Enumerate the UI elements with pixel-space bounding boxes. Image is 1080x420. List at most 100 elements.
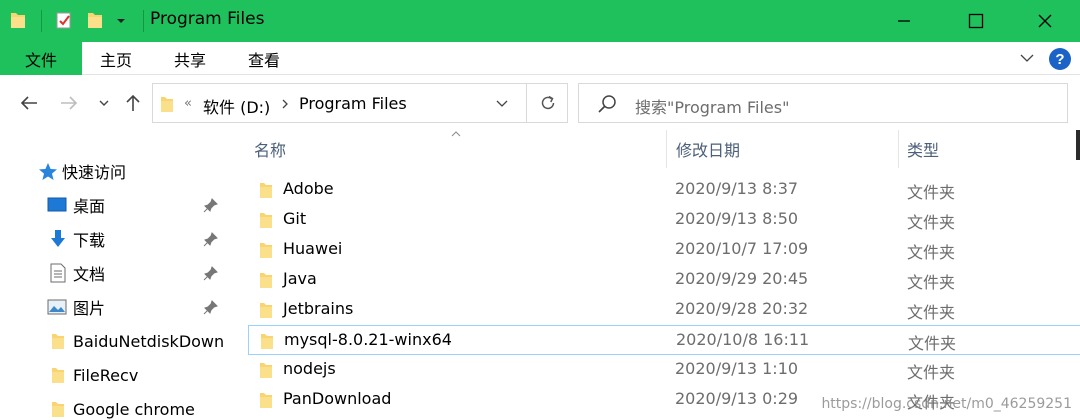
file-name: Huawei <box>283 239 343 258</box>
back-arrow-icon <box>20 96 37 110</box>
forward-button[interactable] <box>58 91 80 115</box>
file-type: 文件夹 <box>907 243 956 262</box>
nav-item-label: 下载 <box>73 231 106 250</box>
expand-ribbon-icon[interactable] <box>1018 51 1036 65</box>
chevron-down-icon[interactable] <box>115 16 127 26</box>
folder-icon <box>52 402 64 417</box>
close-button[interactable] <box>1010 0 1080 42</box>
file-list: 名称 修改日期 类型 Adobe 2020/9/13 8:37 文件夹 Git … <box>228 130 1080 420</box>
folder-icon[interactable] <box>9 10 27 30</box>
column-header-type[interactable]: 类型 <box>907 130 939 168</box>
quick-access[interactable]: 快速访问 <box>0 155 228 187</box>
chevron-down-icon[interactable] <box>495 98 509 110</box>
title-bar: Program Files <box>0 0 1080 42</box>
nav-item-pictures[interactable]: 图片 <box>0 291 228 323</box>
nav-item-google-chrome[interactable]: Google chrome <box>0 393 228 420</box>
folder-icon <box>260 183 272 198</box>
window-title: Program Files <box>150 9 265 29</box>
nav-item-baidunetdisk[interactable]: BaiduNetdiskDown <box>0 325 228 357</box>
download-icon <box>51 230 65 247</box>
file-date: 2020/9/13 8:50 <box>675 209 799 228</box>
up-arrow-icon <box>126 94 140 111</box>
file-row[interactable]: Jetbrains 2020/9/28 20:32 文件夹 <box>248 295 1080 325</box>
nav-item-documents[interactable]: 文档 <box>0 257 228 289</box>
folder-icon <box>260 393 272 408</box>
ribbon: 文件 主页 共享 查看 ? <box>0 42 1080 75</box>
forward-arrow-icon <box>61 96 78 110</box>
folder-icon <box>52 368 64 383</box>
nav-item-filerecv[interactable]: FileRecv <box>0 359 228 391</box>
file-name: PanDownload <box>283 389 392 408</box>
pin-icon[interactable] <box>203 299 219 315</box>
nav-item-label: Google chrome <box>73 399 195 419</box>
nav-item-label: 文档 <box>73 265 106 284</box>
folder-icon <box>261 334 273 349</box>
file-type: 文件夹 <box>907 213 956 232</box>
maximize-button[interactable] <box>941 0 1011 42</box>
close-icon <box>1038 14 1052 28</box>
pin-icon[interactable] <box>203 265 219 281</box>
overflow-chevron[interactable]: « <box>184 96 192 111</box>
file-date: 2020/9/13 8:37 <box>675 179 799 198</box>
pictures-icon <box>47 299 67 315</box>
refresh-button[interactable] <box>526 83 568 123</box>
minimize-button[interactable] <box>869 0 939 42</box>
folder-icon <box>260 243 272 258</box>
file-name: Git <box>283 209 307 228</box>
column-header-date[interactable]: 修改日期 <box>676 130 740 168</box>
file-name: Jetbrains <box>283 299 354 318</box>
file-date: 2020/10/7 17:09 <box>675 239 809 258</box>
breadcrumb-drive[interactable]: 软件 (D:) <box>203 94 270 118</box>
file-row[interactable]: Git 2020/9/13 8:50 文件夹 <box>248 205 1080 235</box>
tab-view[interactable]: 查看 <box>248 42 280 75</box>
recent-locations-button[interactable] <box>96 91 112 115</box>
sort-ascending-icon <box>451 131 461 137</box>
chevron-down-icon <box>99 100 109 106</box>
search-input[interactable]: 搜索"Program Files" <box>635 94 789 118</box>
column-header-name[interactable]: 名称 <box>254 130 286 168</box>
nav-item-label: FileRecv <box>73 365 139 385</box>
watermark: https://blog.csdn.net/m0_46259251 <box>821 396 1072 412</box>
chevron-right-icon[interactable] <box>281 98 289 110</box>
new-folder-icon[interactable] <box>86 10 104 30</box>
navigation-pane: 快速访问 桌面 下载 文档 图片 BaiduNetdiskDown FileRe… <box>0 130 228 420</box>
search-box[interactable]: 搜索"Program Files" <box>578 83 1068 123</box>
file-row[interactable]: Huawei 2020/10/7 17:09 文件夹 <box>248 235 1080 265</box>
refresh-icon <box>541 95 554 110</box>
pin-icon[interactable] <box>203 231 219 247</box>
file-row[interactable]: Adobe 2020/9/13 8:37 文件夹 <box>248 175 1080 205</box>
column-divider[interactable] <box>666 130 667 168</box>
address-bar[interactable]: « 软件 (D:) Program Files <box>152 83 568 123</box>
file-date: 2020/9/29 20:45 <box>675 269 809 288</box>
nav-item-desktop[interactable]: 桌面 <box>0 189 228 221</box>
column-divider[interactable] <box>898 130 899 168</box>
breadcrumb-folder[interactable]: Program Files <box>299 94 407 113</box>
file-date: 2020/9/13 1:10 <box>675 359 799 378</box>
nav-item-downloads[interactable]: 下载 <box>0 223 228 255</box>
file-date: 2020/9/28 20:32 <box>675 299 809 318</box>
file-name: Java <box>283 269 317 288</box>
pin-icon[interactable] <box>203 197 219 213</box>
file-type: 文件夹 <box>907 363 956 382</box>
tab-file[interactable]: 文件 <box>0 42 82 75</box>
star-icon <box>39 163 57 180</box>
folder-icon <box>260 363 272 378</box>
maximize-icon <box>968 13 984 29</box>
file-row-hovered[interactable]: mysql-8.0.21-winx64 2020/10/8 16:11 文件夹 <box>248 325 1080 355</box>
search-icon <box>598 95 616 113</box>
help-icon[interactable]: ? <box>1048 47 1072 71</box>
file-type: 文件夹 <box>907 183 956 202</box>
navigation-bar: « 软件 (D:) Program Files 搜索"Program Files… <box>0 75 1080 130</box>
divider <box>41 10 42 32</box>
back-button[interactable] <box>18 91 40 115</box>
scrollbar-edge[interactable] <box>1076 130 1080 160</box>
properties-icon[interactable] <box>55 10 73 30</box>
tab-share[interactable]: 共享 <box>174 42 206 75</box>
tab-home[interactable]: 主页 <box>100 42 132 75</box>
up-button[interactable] <box>122 91 144 115</box>
file-name: nodejs <box>283 359 336 378</box>
file-row[interactable]: nodejs 2020/9/13 1:10 文件夹 <box>248 355 1080 385</box>
file-row[interactable]: Java 2020/9/29 20:45 文件夹 <box>248 265 1080 295</box>
folder-icon <box>260 213 272 228</box>
file-name: Adobe <box>283 179 334 198</box>
